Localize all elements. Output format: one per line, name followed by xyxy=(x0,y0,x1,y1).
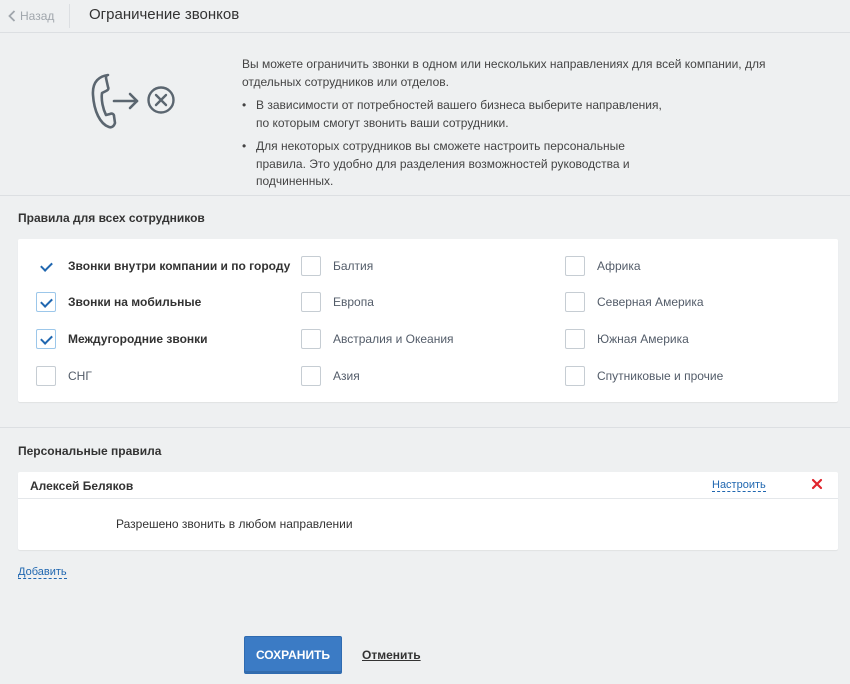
rule-option-label: Спутниковые и прочие xyxy=(597,369,724,383)
rule-option-mobile[interactable]: Звонки на мобильные xyxy=(36,291,201,313)
back-label: Назад xyxy=(20,9,55,23)
close-icon[interactable] xyxy=(811,478,823,490)
rule-option-label: Северная Америка xyxy=(597,295,704,309)
intro-bullets: В зависимости от потребностей вашего биз… xyxy=(242,97,802,191)
employee-name: Алексей Беляков xyxy=(30,479,134,493)
chevron-left-icon xyxy=(8,10,16,22)
checkbox[interactable] xyxy=(565,256,585,276)
rule-option-label: Звонки внутри компании и по городу xyxy=(68,259,291,273)
personal-section-title: Персональные правила xyxy=(18,444,162,458)
rules-card: Звонки внутри компании и по городу Звонк… xyxy=(18,239,838,402)
rule-option-australia[interactable]: Австралия и Океания xyxy=(301,328,454,350)
personal-rule-header: Алексей Беляков Настроить xyxy=(18,472,838,499)
rule-option-label: Балтия xyxy=(333,259,374,273)
save-button[interactable]: СОХРАНИТЬ xyxy=(244,636,342,674)
rule-option-cis[interactable]: СНГ xyxy=(36,365,92,387)
rule-option-asia[interactable]: Азия xyxy=(301,365,360,387)
rule-option-south-america[interactable]: Южная Америка xyxy=(565,328,689,350)
rule-option-label: Южная Америка xyxy=(597,332,689,346)
rule-option-satellite[interactable]: Спутниковые и прочие xyxy=(565,365,723,387)
rule-option-africa[interactable]: Африка xyxy=(565,255,641,277)
cancel-link[interactable]: Отменить xyxy=(362,648,421,662)
rule-option-label: Европа xyxy=(333,295,374,309)
rule-option-north-america[interactable]: Северная Америка xyxy=(565,291,704,313)
add-rule-link[interactable]: Добавить xyxy=(18,566,67,579)
intro-text: Вы можете ограничить звонки в одном или … xyxy=(242,56,802,197)
checkbox[interactable] xyxy=(301,256,321,276)
top-bar: Назад Ограничение звонков xyxy=(0,0,850,33)
checkbox[interactable] xyxy=(36,366,56,386)
rule-option-longdistance[interactable]: Междугородние звонки xyxy=(36,328,208,350)
checkbox[interactable] xyxy=(301,366,321,386)
check-icon xyxy=(36,256,56,276)
intro-bullet: Для некоторых сотрудников вы сможете нас… xyxy=(242,138,672,191)
rule-option-label: Звонки на мобильные xyxy=(68,295,202,309)
divider xyxy=(0,427,850,428)
rule-option-label: Междугородние звонки xyxy=(68,332,208,346)
checkbox[interactable] xyxy=(301,329,321,349)
rule-description: Разрешено звонить в любом направлении xyxy=(116,517,353,531)
rules-section-title: Правила для всех сотрудников xyxy=(18,211,205,225)
intro-lead: Вы можете ограничить звонки в одном или … xyxy=(242,57,766,89)
checkbox[interactable] xyxy=(565,292,585,312)
page-title: Ограничение звонков xyxy=(89,6,240,23)
intro-section: Вы можете ограничить звонки в одном или … xyxy=(0,33,850,196)
rule-option-label: СНГ xyxy=(68,369,92,383)
checkbox[interactable] xyxy=(301,292,321,312)
checkbox[interactable] xyxy=(36,329,56,349)
intro-bullet: В зависимости от потребностей вашего биз… xyxy=(242,97,672,132)
back-button[interactable]: Назад xyxy=(8,8,54,24)
phone-arrow-cancel-icon xyxy=(91,73,175,129)
rule-option-baltic[interactable]: Балтия xyxy=(301,255,373,277)
rule-option-europe[interactable]: Европа xyxy=(301,291,374,313)
configure-link[interactable]: Настроить xyxy=(712,479,766,492)
rule-option-label: Австралия и Океания xyxy=(333,332,454,346)
divider xyxy=(69,4,70,28)
checkbox[interactable] xyxy=(565,329,585,349)
checkbox[interactable] xyxy=(565,366,585,386)
checkbox[interactable] xyxy=(36,292,56,312)
personal-rule-card: Алексей Беляков Настроить Разрешено звон… xyxy=(18,472,838,550)
rule-option-label: Азия xyxy=(333,369,360,383)
rule-option-local[interactable]: Звонки внутри компании и по городу xyxy=(36,255,290,277)
rule-option-label: Африка xyxy=(597,259,641,273)
